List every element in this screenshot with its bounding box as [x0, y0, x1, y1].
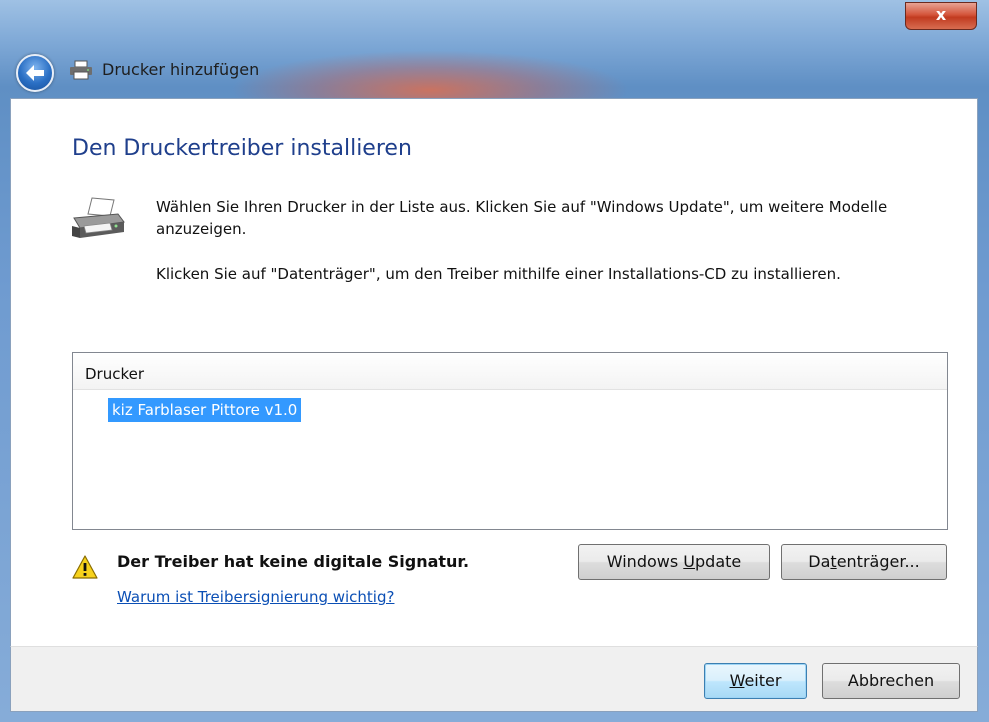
- warning-icon: [72, 555, 98, 579]
- windows-update-button[interactable]: Windows Update: [578, 544, 770, 580]
- instruction-text-2: Klicken Sie auf "Datenträger", um den Tr…: [156, 265, 841, 283]
- printer-icon: [70, 60, 92, 80]
- button-label: enträger...: [836, 552, 920, 571]
- button-label: pdate: [695, 552, 742, 571]
- accelerator-key: W: [729, 671, 745, 690]
- signature-warning-text: Der Treiber hat keine digitale Signatur.: [117, 552, 470, 571]
- printer-list[interactable]: Drucker kiz Farblaser Pittore v1.0: [72, 352, 948, 530]
- close-button[interactable]: x: [905, 2, 977, 30]
- accelerator-key: U: [683, 552, 695, 571]
- page-title: Den Druckertreiber installieren: [72, 136, 412, 161]
- window-title: Drucker hinzufügen: [102, 60, 260, 79]
- instruction-text-1: Wählen Sie Ihren Drucker in der Liste au…: [156, 198, 888, 238]
- button-label: eiter: [744, 671, 782, 690]
- list-item[interactable]: kiz Farblaser Pittore v1.0: [108, 398, 302, 422]
- button-label: Windows: [606, 552, 684, 571]
- back-button[interactable]: [16, 54, 54, 92]
- printer-icon: [72, 197, 125, 238]
- list-column-header[interactable]: Drucker: [73, 353, 947, 390]
- disk-button[interactable]: Datenträger...: [781, 544, 947, 580]
- button-label: Da: [808, 552, 831, 571]
- cancel-button[interactable]: Abbrechen: [822, 663, 960, 699]
- back-arrow-icon: [26, 65, 44, 81]
- next-button[interactable]: Weiter: [704, 663, 807, 699]
- driver-signing-link[interactable]: Warum ist Treibersignierung wichtig?: [117, 588, 394, 606]
